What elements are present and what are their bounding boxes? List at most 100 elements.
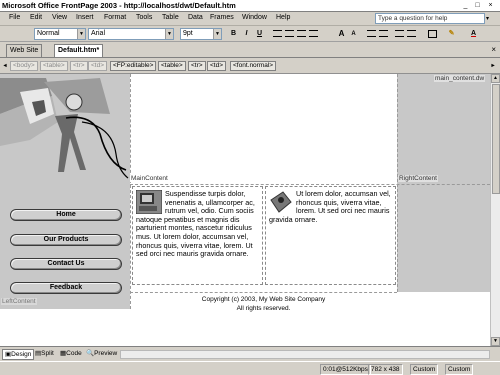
highlight-button[interactable]: ✎ xyxy=(446,29,457,39)
view-label: Code xyxy=(66,350,82,357)
chevron-down-icon: ▼ xyxy=(165,29,173,39)
tag-td[interactable]: <td> xyxy=(88,61,108,71)
underline-button[interactable]: U xyxy=(254,29,265,39)
region-border xyxy=(130,74,131,309)
left-content-region: Home Our Products Contact Us Feedback xyxy=(0,74,130,309)
align-right-button[interactable] xyxy=(296,29,307,39)
status-page-size: 782 x 438 xyxy=(368,364,403,375)
style-value: Normal xyxy=(37,30,60,37)
menu-tools[interactable]: Tools xyxy=(136,14,152,21)
maximize-button[interactable]: □ xyxy=(472,1,483,11)
status-bar: 0:01@512Kbps 782 x 438 Custom Custom xyxy=(0,361,500,375)
bulleted-list-button[interactable] xyxy=(378,29,389,39)
align-left-button[interactable] xyxy=(272,29,283,39)
status-mode-2: Custom xyxy=(445,364,474,375)
tag-tr[interactable]: <tr> xyxy=(70,61,88,71)
justify-icon xyxy=(309,30,318,37)
region-label-main-content-dw: main_content.dw xyxy=(434,75,486,82)
increase-indent-button[interactable] xyxy=(406,29,417,39)
tag-body[interactable]: <body> xyxy=(10,61,38,71)
nav-button-feedback[interactable]: Feedback xyxy=(10,282,122,294)
align-left-icon xyxy=(273,30,282,37)
view-label: Split xyxy=(41,350,54,357)
tag-table[interactable]: <table> xyxy=(40,61,68,71)
borders-button[interactable] xyxy=(428,30,437,38)
tag-td[interactable]: <td> xyxy=(207,61,227,71)
view-split-button[interactable]: ▤Split xyxy=(33,349,56,360)
menu-window[interactable]: Window xyxy=(242,14,267,21)
tag-scroll-left-icon[interactable]: ◂ xyxy=(2,61,8,71)
menu-help[interactable]: Help xyxy=(276,14,290,21)
content-cell-right[interactable]: Ut lorem dolor, accumsan vel, rhoncus qu… xyxy=(265,186,396,285)
nav-button-home[interactable]: Home xyxy=(10,209,122,221)
document-tabs: Web Site Default.htm* × xyxy=(0,42,500,58)
shrink-font-button[interactable]: A xyxy=(348,29,359,39)
close-window-button[interactable]: × xyxy=(485,1,496,11)
content-cell-left[interactable]: Suspendisse turpis dolor, venenatis a, u… xyxy=(132,186,263,285)
grow-font-button[interactable]: A xyxy=(336,29,347,39)
design-canvas[interactable]: Home Our Products Contact Us Feedback ma… xyxy=(0,74,490,346)
increase-indent-icon xyxy=(407,30,416,37)
view-preview-button[interactable]: 🔍Preview xyxy=(84,349,119,360)
scroll-up-icon[interactable]: ▲ xyxy=(491,74,500,83)
nav-button-our-products[interactable]: Our Products xyxy=(10,234,122,246)
menu-file[interactable]: File xyxy=(9,14,20,21)
region-border xyxy=(130,292,397,293)
scroll-down-icon[interactable]: ▼ xyxy=(491,337,500,346)
nav-button-contact-us[interactable]: Contact Us xyxy=(10,258,122,270)
preview-view-icon: 🔍 xyxy=(86,350,95,357)
view-label: Preview xyxy=(94,350,118,357)
italic-button[interactable]: I xyxy=(241,29,252,39)
numbered-list-button[interactable] xyxy=(366,29,377,39)
tag-fp-editable[interactable]: <FP:editable> xyxy=(110,61,157,71)
title-bar: Microsoft Office FrontPage 2003 - http:/… xyxy=(0,0,500,12)
help-search-input[interactable]: Type a question for help xyxy=(375,13,485,24)
footer-rights: All rights reserved. xyxy=(236,305,291,312)
quick-tag-selector: ◂ <body> <table> <tr> <td> <FP:editable>… xyxy=(0,58,500,74)
align-center-button[interactable] xyxy=(284,29,295,39)
menu-edit[interactable]: Edit xyxy=(30,14,42,21)
minimize-button[interactable]: _ xyxy=(460,1,471,11)
menu-insert[interactable]: Insert xyxy=(76,14,94,21)
status-mode-1: Custom xyxy=(410,364,439,375)
menu-frames[interactable]: Frames xyxy=(210,14,234,21)
menu-view[interactable]: View xyxy=(52,14,67,21)
menu-format[interactable]: Format xyxy=(104,14,126,21)
align-right-icon xyxy=(297,30,306,37)
region-label-right: RightContent xyxy=(398,175,438,182)
region-border xyxy=(397,74,398,292)
tag-tr[interactable]: <tr> xyxy=(188,61,206,71)
numbered-list-icon xyxy=(367,30,376,37)
help-dropdown-icon[interactable]: ▾ xyxy=(486,15,489,22)
close-tab-icon[interactable]: × xyxy=(491,45,496,54)
scrollbar-thumb[interactable] xyxy=(492,84,500,194)
site-logo-graphic xyxy=(0,78,129,179)
font-color-button[interactable]: A xyxy=(468,29,479,39)
main-top-region xyxy=(130,74,397,184)
window-title: Microsoft Office FrontPage 2003 - http:/… xyxy=(2,1,236,10)
chevron-down-icon: ▼ xyxy=(213,29,221,39)
font-value: Arial xyxy=(91,30,106,37)
vertical-scrollbar[interactable]: ▲ ▼ xyxy=(490,74,500,346)
tag-table[interactable]: <table> xyxy=(158,61,186,71)
style-select[interactable]: Normal ▼ xyxy=(34,28,86,40)
align-center-icon xyxy=(285,30,294,37)
bold-button[interactable]: B xyxy=(228,29,239,39)
horizontal-scrollbar[interactable] xyxy=(120,350,490,359)
decrease-indent-icon xyxy=(395,30,404,37)
tab-default-htm[interactable]: Default.htm* xyxy=(54,44,104,57)
menu-data[interactable]: Data xyxy=(188,14,203,21)
view-code-button[interactable]: ▦Code xyxy=(58,349,84,360)
view-design-button[interactable]: ▣Design xyxy=(2,349,35,360)
right-content-region xyxy=(397,74,490,292)
justify-button[interactable] xyxy=(308,29,319,39)
font-size-value: 9pt xyxy=(183,30,193,37)
menu-table[interactable]: Table xyxy=(162,14,179,21)
font-size-select[interactable]: 9pt ▼ xyxy=(180,28,222,40)
tab-label: Web Site xyxy=(10,47,39,54)
decrease-indent-button[interactable] xyxy=(394,29,405,39)
tag-font-normal[interactable]: <font.normal> xyxy=(230,61,277,71)
tab-web-site[interactable]: Web Site xyxy=(6,44,43,57)
tag-scroll-right-icon[interactable]: ▸ xyxy=(490,61,496,71)
font-select[interactable]: Arial ▼ xyxy=(88,28,174,40)
